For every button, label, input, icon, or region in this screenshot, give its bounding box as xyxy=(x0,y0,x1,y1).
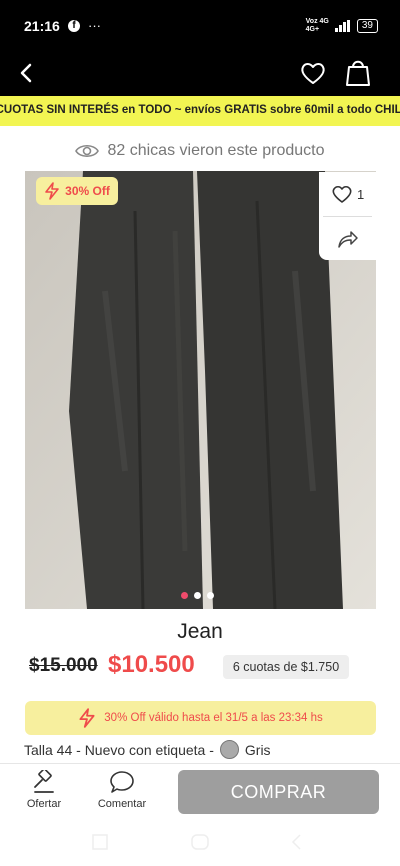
favorite-heart-icon[interactable] xyxy=(298,58,328,88)
size-condition-text: Talla 44 - Nuevo con etiqueta - xyxy=(24,741,214,758)
comment-bubble-icon xyxy=(110,771,134,793)
comment-label: Comentar xyxy=(97,798,147,810)
status-bar: 21:16 f ··· Voz 4G 4G+ 39 xyxy=(0,0,400,50)
back-nav-icon[interactable] xyxy=(291,834,301,850)
promo-banner: 6 CUOTAS SIN INTERÉS en TODO ~ envíos GR… xyxy=(0,96,400,126)
discount-badge-text: 30% Off xyxy=(65,184,110,198)
more-dots-icon: ··· xyxy=(88,18,101,33)
offer-label: Ofertar xyxy=(26,798,62,810)
home-icon[interactable] xyxy=(191,834,209,850)
lightning-icon xyxy=(45,182,59,200)
nav-icons xyxy=(92,834,301,850)
back-arrow-icon[interactable] xyxy=(12,58,42,88)
product-details: Talla 44 - Nuevo con etiqueta - Gris xyxy=(24,740,271,759)
lightning-icon xyxy=(79,708,95,728)
promo-banner-text: 6 CUOTAS SIN INTERÉS en TODO ~ envíos GR… xyxy=(0,104,400,116)
like-button[interactable]: 1 xyxy=(331,184,364,204)
color-name: Gris xyxy=(244,741,271,758)
current-price: $10.500 xyxy=(108,651,195,678)
bottom-action-bar: Ofertar Comentar COMPRAR xyxy=(0,763,400,825)
discount-badge: 30% Off xyxy=(36,177,118,205)
system-nav-bar xyxy=(0,825,400,866)
buy-button[interactable]: COMPRAR xyxy=(178,770,379,814)
product-title: Jean xyxy=(177,620,223,643)
heart-icon xyxy=(332,185,352,203)
network-label-top: Voz 4G xyxy=(305,18,329,25)
offer-validity-banner: 30% Off válido hasta el 31/5 a las 23:34… xyxy=(25,701,376,735)
views-text: 82 chicas vieron este producto xyxy=(107,142,325,159)
installments-badge: 6 cuotas de $1.750 xyxy=(223,655,349,679)
carousel-dot[interactable] xyxy=(194,592,201,599)
shopping-bag-icon[interactable] xyxy=(343,56,373,88)
share-icon[interactable] xyxy=(335,227,359,251)
divider xyxy=(323,216,372,217)
comment-button[interactable]: Comentar xyxy=(92,770,152,810)
carousel-dot[interactable] xyxy=(181,592,188,599)
offer-validity-text: 30% Off válido hasta el 31/5 a las 23:34… xyxy=(104,712,323,724)
signal-icon xyxy=(334,20,350,32)
old-price: $15.000 xyxy=(29,655,98,676)
color-swatch xyxy=(219,740,239,759)
offer-button[interactable]: Ofertar xyxy=(14,770,74,810)
carousel-dot[interactable] xyxy=(207,592,214,599)
app-bar xyxy=(0,50,400,96)
side-actions-panel: 1 xyxy=(319,172,376,260)
likes-count: 1 xyxy=(357,186,365,202)
views-counter: 82 chicas vieron este producto xyxy=(0,136,400,166)
facebook-icon: f xyxy=(68,19,80,32)
network-label-bottom: 4G+ xyxy=(305,26,320,33)
gavel-icon xyxy=(34,770,54,793)
recent-apps-icon[interactable] xyxy=(92,834,108,850)
status-time: 21:16 xyxy=(24,18,60,34)
eye-icon xyxy=(75,144,100,158)
battery-icon: 39 xyxy=(356,19,378,33)
carousel-dots xyxy=(181,592,214,599)
